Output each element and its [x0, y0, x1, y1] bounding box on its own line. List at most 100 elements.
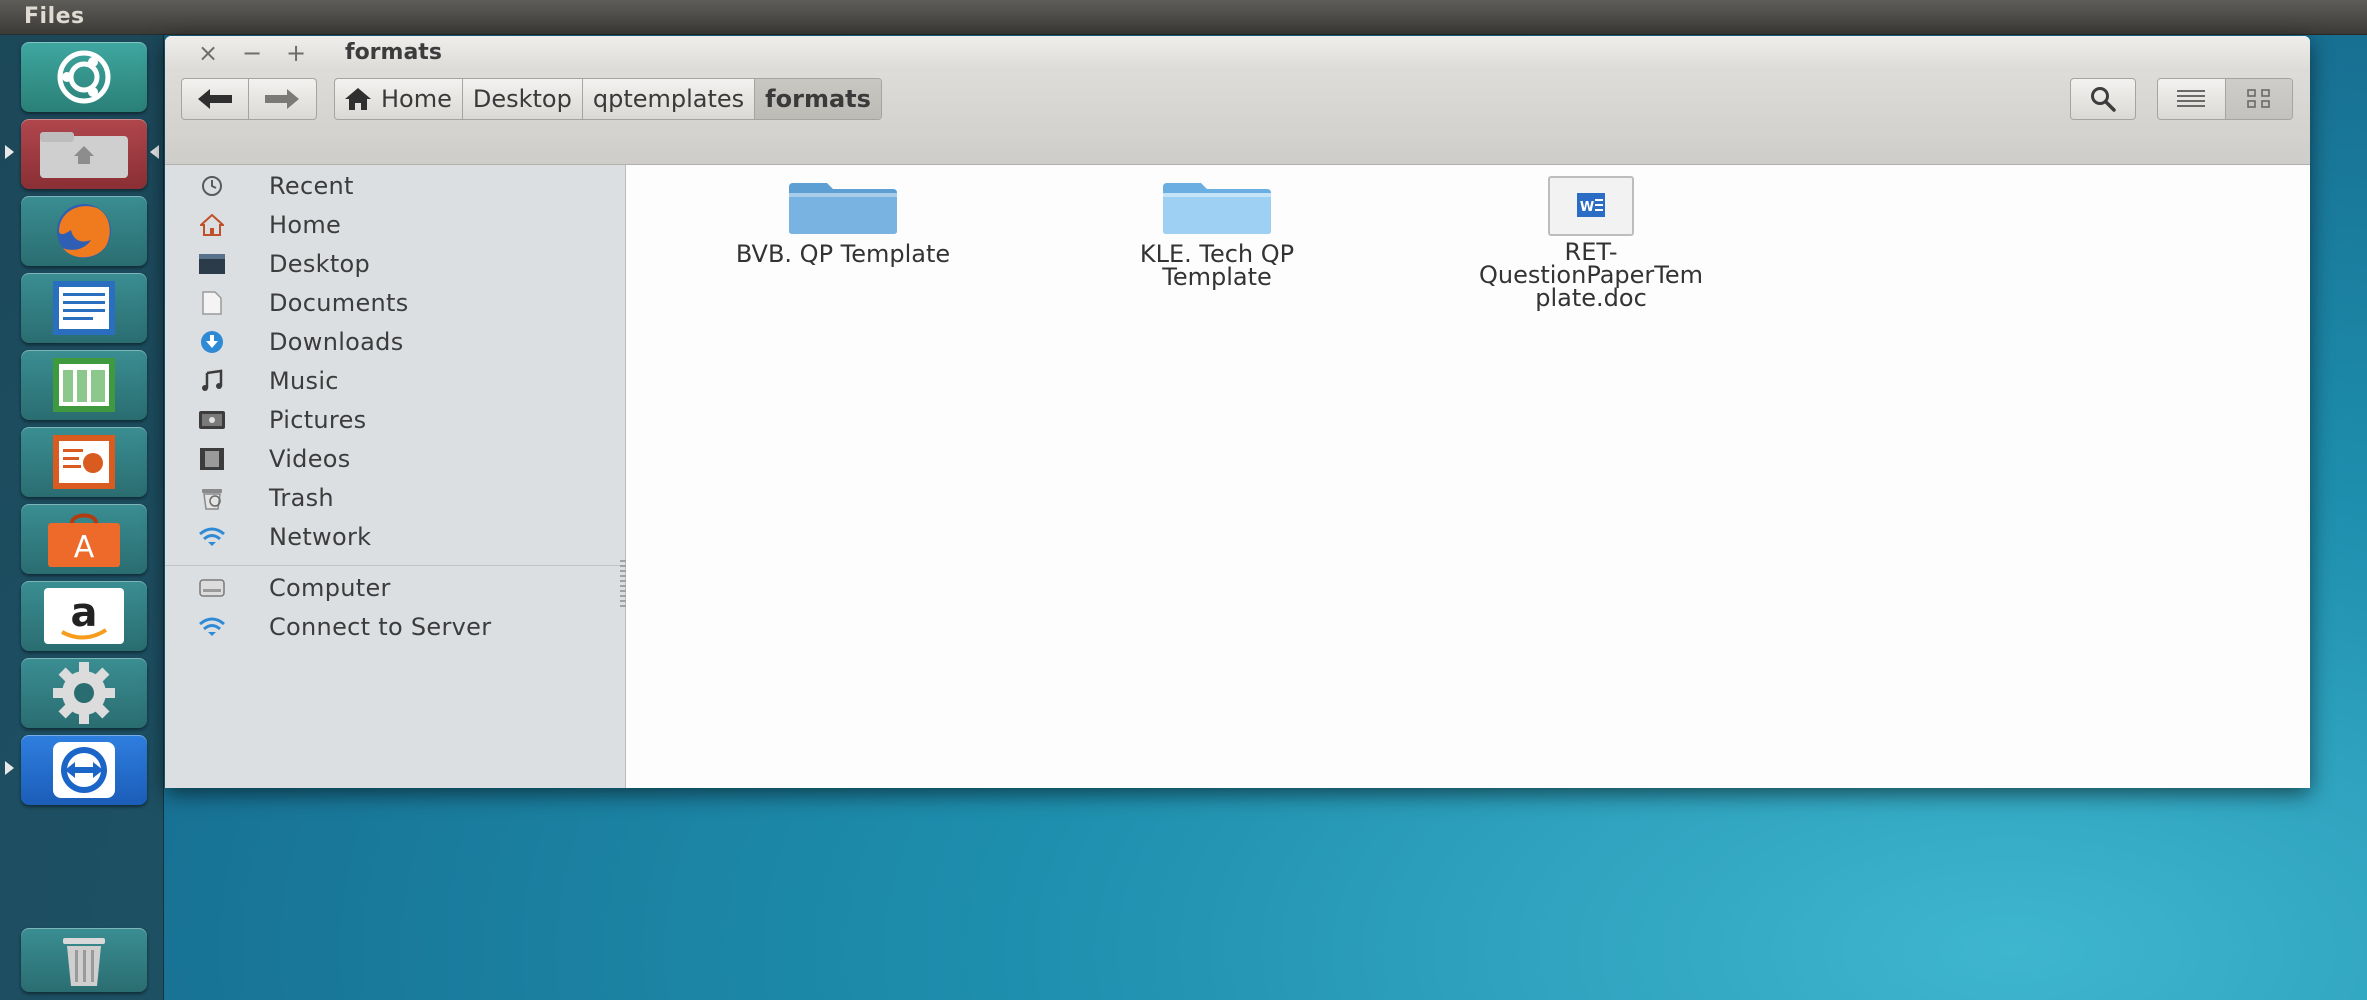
teamviewer-icon: [53, 742, 115, 798]
sidebar-item-label: Videos: [269, 445, 351, 473]
file-name-line: Template: [1162, 263, 1272, 291]
launcher-writer-button[interactable]: [21, 273, 147, 343]
breadcrumb-desktop[interactable]: Desktop: [463, 79, 583, 119]
launcher-impress-button[interactable]: [21, 427, 147, 497]
grid-view-button[interactable]: [2224, 79, 2292, 119]
sidebar-item-connect-to-server[interactable]: Connect to Server: [165, 608, 625, 646]
breadcrumb-qptemplates[interactable]: qptemplates: [583, 79, 756, 119]
back-button[interactable]: [182, 79, 248, 119]
file-name-line: BVB. QP Template: [735, 240, 951, 268]
window-title: formats: [345, 40, 442, 65]
grid-icon: [2246, 89, 2270, 108]
file-view: BVB. QP Template KLE. Tech QP Template W…: [626, 165, 2310, 788]
close-button[interactable]: ×: [193, 39, 223, 67]
sidebar-item-label: Desktop: [269, 250, 371, 278]
file-item-folder[interactable]: KLE. Tech QP Template: [1052, 181, 1382, 289]
breadcrumb: Home Desktop qptemplates formats: [334, 78, 882, 120]
sidebar-item-label: Music: [269, 367, 339, 395]
sidebar-item-label: Home: [269, 211, 342, 239]
arrow-left-icon: [198, 89, 232, 109]
trash-icon: [63, 938, 105, 986]
search-button[interactable]: [2070, 78, 2136, 120]
svg-text:W: W: [1580, 200, 1594, 215]
running-indicator: [5, 761, 14, 775]
launcher-system-settings-button[interactable]: [21, 658, 147, 728]
ubuntu-logo-icon: [57, 50, 111, 104]
shopping-bag-icon: A: [48, 513, 120, 567]
top-panel: Files: [0, 0, 2367, 35]
launcher-files-button[interactable]: [21, 119, 147, 189]
launcher-trash-button[interactable]: [21, 928, 147, 992]
sidebar-item-videos[interactable]: Videos: [165, 440, 625, 478]
launcher-firefox-button[interactable]: [21, 196, 147, 266]
launcher-teamviewer-button[interactable]: [21, 735, 147, 805]
breadcrumb-label: Home: [381, 85, 452, 113]
view-mode-toggle: [2157, 78, 2293, 120]
sidebar-item-music[interactable]: Music: [165, 362, 625, 400]
search-icon: [2091, 87, 2116, 112]
camera-icon: [199, 407, 225, 433]
file-item-folder[interactable]: BVB. QP Template: [678, 181, 1008, 266]
file-item-document[interactable]: W RET- QuestionPaperTem plate.doc: [1426, 175, 1756, 310]
svg-text:A: A: [74, 530, 95, 565]
wifi-icon: [199, 524, 225, 550]
writer-document-icon: [53, 281, 115, 335]
sidebar-item-network[interactable]: Network: [165, 518, 625, 556]
sidebar-item-label: Network: [269, 523, 372, 551]
sidebar-item-label: Trash: [269, 484, 334, 512]
music-note-icon: [199, 368, 225, 394]
active-app-title: Files: [24, 4, 85, 29]
trash-icon: [199, 485, 225, 511]
home-folder-icon: [40, 132, 128, 178]
sidebar-item-downloads[interactable]: Downloads: [165, 323, 625, 361]
sidebar-item-label: Documents: [269, 289, 409, 317]
firefox-icon: [57, 204, 111, 258]
drive-icon: [199, 575, 225, 601]
forward-button[interactable]: [248, 79, 315, 119]
svg-text:a: a: [71, 590, 98, 636]
sidebar-item-desktop[interactable]: Desktop: [165, 245, 625, 283]
sidebar-item-documents[interactable]: Documents: [165, 284, 625, 322]
clock-icon: [199, 173, 225, 199]
sidebar-item-pictures[interactable]: Pictures: [165, 401, 625, 439]
gear-icon: [53, 662, 115, 724]
sidebar-item-computer[interactable]: Computer: [165, 569, 625, 607]
running-indicator: [5, 145, 14, 159]
folder-icon: [789, 183, 897, 234]
maximize-button[interactable]: +: [281, 39, 311, 67]
breadcrumb-home[interactable]: Home: [335, 79, 463, 119]
home-icon: [345, 88, 371, 110]
sidebar-item-home[interactable]: Home: [165, 206, 625, 244]
list-view-button[interactable]: [2158, 79, 2225, 119]
launcher-software-center-button[interactable]: A: [21, 504, 147, 574]
word-document-icon: W: [1548, 176, 1634, 236]
history-nav: [181, 78, 317, 120]
sidebar-item-trash[interactable]: Trash: [165, 479, 625, 517]
title-bar[interactable]: × − + formats: [165, 36, 2310, 72]
wifi-icon: [199, 614, 225, 640]
minimize-button[interactable]: −: [237, 39, 267, 67]
folder-icon: [1163, 183, 1271, 234]
launcher-calc-button[interactable]: [21, 350, 147, 420]
calc-spreadsheet-icon: [53, 358, 115, 412]
sidebar-item-recent[interactable]: Recent: [165, 167, 625, 205]
download-icon: [199, 329, 225, 355]
sidebar-item-label: Computer: [269, 574, 391, 602]
sidebar-item-label: Connect to Server: [269, 613, 492, 641]
home-icon: [199, 212, 225, 238]
sidebar-divider: [165, 565, 625, 566]
launcher-amazon-button[interactable]: a: [21, 581, 147, 651]
amazon-icon: a: [44, 588, 124, 644]
sidebar-item-label: Pictures: [269, 406, 367, 434]
impress-presentation-icon: [53, 435, 115, 489]
film-icon: [199, 446, 225, 472]
focused-indicator: [150, 145, 159, 159]
launcher-dash-button[interactable]: [21, 42, 147, 112]
toolbar: Home Desktop qptemplates formats: [165, 72, 2310, 165]
desktop-icon: [199, 251, 225, 277]
breadcrumb-label: Desktop: [472, 85, 572, 113]
sidebar-item-label: Downloads: [269, 328, 404, 356]
breadcrumb-formats[interactable]: formats: [755, 79, 881, 119]
arrow-right-icon: [265, 89, 299, 109]
places-sidebar: Recent Home Desktop Documents Downloads: [165, 165, 626, 788]
